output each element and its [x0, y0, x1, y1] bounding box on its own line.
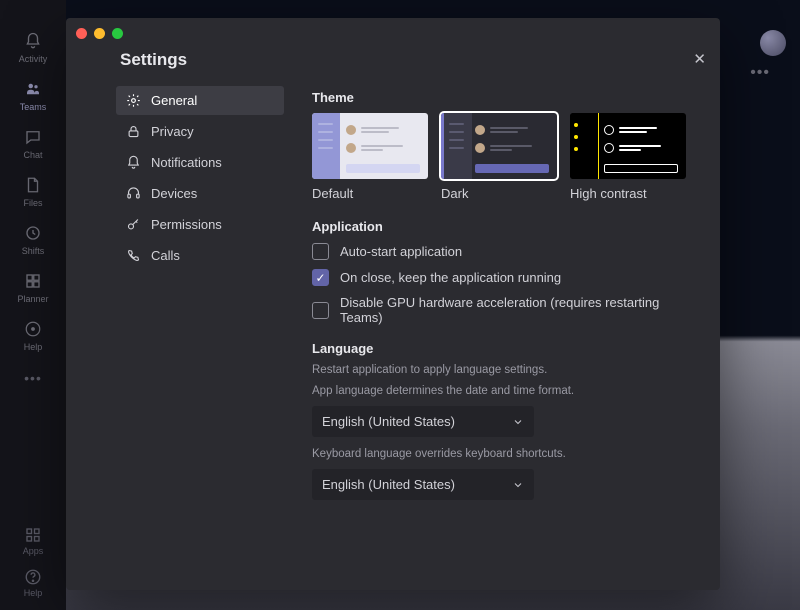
- rail-label: Files: [23, 198, 42, 208]
- rail-item-teams[interactable]: Teams: [14, 78, 52, 112]
- planner-icon: [22, 270, 44, 292]
- check-autostart[interactable]: Auto-start application: [312, 243, 698, 260]
- headset-icon: [126, 186, 141, 201]
- theme-heading: Theme: [312, 90, 698, 105]
- rail-label: Help: [24, 342, 43, 352]
- close-icon: ✕: [693, 51, 706, 68]
- sidebar-item-devices[interactable]: Devices: [116, 179, 284, 208]
- phone-icon: [126, 248, 141, 263]
- check-on-close[interactable]: On close, keep the application running: [312, 269, 698, 286]
- sidebar-item-calls[interactable]: Calls: [116, 241, 284, 270]
- rail-item-files[interactable]: Files: [14, 174, 52, 208]
- check-label: Auto-start application: [340, 244, 462, 259]
- sidebar-item-label: Notifications: [151, 155, 222, 170]
- theme-thumb-dark: [441, 113, 557, 179]
- traffic-lights: [76, 28, 123, 39]
- settings-window: ✕ Settings General Privacy Notifications: [66, 18, 720, 590]
- bell-icon: [22, 30, 44, 52]
- sidebar-item-notifications[interactable]: Notifications: [116, 148, 284, 177]
- theme-picker: Default Dark: [312, 113, 698, 201]
- rail-label: Activity: [19, 54, 48, 64]
- files-icon: [22, 174, 44, 196]
- check-disable-gpu[interactable]: Disable GPU hardware acceleration (requi…: [312, 295, 698, 325]
- sidebar-item-label: General: [151, 93, 197, 108]
- avatar[interactable]: [760, 30, 786, 56]
- traffic-minimize-icon[interactable]: [94, 28, 105, 39]
- application-heading: Application: [312, 219, 698, 234]
- rail-label: Chat: [23, 150, 42, 160]
- rail-label: Planner: [17, 294, 48, 304]
- rail-item-apps[interactable]: Apps: [14, 526, 52, 556]
- sidebar-item-label: Devices: [151, 186, 197, 201]
- overflow-dots-main[interactable]: •••: [750, 64, 770, 82]
- rail-item-help[interactable]: Help: [14, 318, 52, 352]
- traffic-close-icon[interactable]: [76, 28, 87, 39]
- select-value: English (United States): [322, 477, 455, 492]
- theme-option-dark[interactable]: Dark: [441, 113, 557, 201]
- theme-thumb-hc: [570, 113, 686, 179]
- keyboard-language-select[interactable]: English (United States): [312, 469, 534, 500]
- language-restart-hint: Restart application to apply language se…: [312, 364, 698, 376]
- sidebar-item-general[interactable]: General: [116, 86, 284, 115]
- rail-item-help-bottom[interactable]: Help: [14, 568, 52, 598]
- checkbox-icon: [312, 243, 329, 260]
- help-icon: [22, 318, 44, 340]
- language-heading: Language: [312, 341, 698, 356]
- theme-label: Default: [312, 186, 428, 201]
- rail-overflow-icon[interactable]: •••: [24, 370, 42, 386]
- rail-item-activity[interactable]: Activity: [14, 30, 52, 64]
- theme-label: High contrast: [570, 186, 686, 201]
- checkbox-checked-icon: [312, 269, 329, 286]
- select-value: English (United States): [322, 414, 455, 429]
- gear-icon: [126, 93, 141, 108]
- teams-icon: [22, 78, 44, 100]
- sidebar-item-label: Calls: [151, 248, 180, 263]
- rail-label: Help: [24, 588, 43, 598]
- app-language-hint: App language determines the date and tim…: [312, 385, 698, 397]
- page-title: Settings: [66, 18, 720, 84]
- theme-thumb-default: [312, 113, 428, 179]
- sidebar-item-label: Privacy: [151, 124, 194, 139]
- chat-icon: [22, 126, 44, 148]
- chevron-down-icon: [512, 479, 524, 491]
- rail-label: Apps: [23, 546, 44, 556]
- sidebar-item-privacy[interactable]: Privacy: [116, 117, 284, 146]
- rail-item-chat[interactable]: Chat: [14, 126, 52, 160]
- checkbox-icon: [312, 302, 329, 319]
- bell-icon: [126, 155, 141, 170]
- keyboard-language-hint: Keyboard language overrides keyboard sho…: [312, 448, 698, 460]
- rail-label: Teams: [20, 102, 47, 112]
- traffic-maximize-icon[interactable]: [112, 28, 123, 39]
- key-icon: [126, 217, 141, 232]
- app-language-select[interactable]: English (United States): [312, 406, 534, 437]
- lock-icon: [126, 124, 141, 139]
- check-label: On close, keep the application running: [340, 270, 561, 285]
- theme-label: Dark: [441, 186, 557, 201]
- shifts-icon: [22, 222, 44, 244]
- rail-item-shifts[interactable]: Shifts: [14, 222, 52, 256]
- settings-sidebar: General Privacy Notifications Devices: [116, 84, 284, 590]
- chevron-down-icon: [512, 416, 524, 428]
- rail-item-planner[interactable]: Planner: [14, 270, 52, 304]
- sidebar-item-label: Permissions: [151, 217, 222, 232]
- app-rail: Activity Teams Chat Files Shifts Planner: [0, 0, 66, 610]
- apps-icon: [24, 526, 42, 544]
- theme-option-high-contrast[interactable]: High contrast: [570, 113, 686, 201]
- settings-content: Theme Default: [284, 84, 720, 590]
- check-label: Disable GPU hardware acceleration (requi…: [340, 295, 698, 325]
- sidebar-item-permissions[interactable]: Permissions: [116, 210, 284, 239]
- rail-label: Shifts: [22, 246, 45, 256]
- help-circle-icon: [24, 568, 42, 586]
- close-button[interactable]: ✕: [693, 50, 706, 68]
- theme-option-default[interactable]: Default: [312, 113, 428, 201]
